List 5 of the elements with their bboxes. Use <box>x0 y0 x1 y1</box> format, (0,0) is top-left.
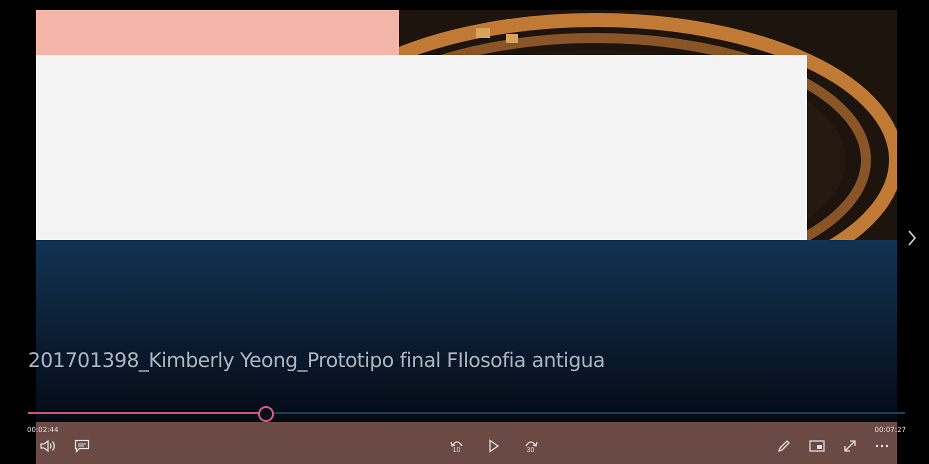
rewind-icon <box>450 438 464 446</box>
video-title: 201701398_Kimberly Yeong_Prototipo final FIlosofia antigua <box>28 348 605 372</box>
forward-icon <box>524 438 538 446</box>
next-icon[interactable] <box>907 229 917 247</box>
more-icon <box>875 444 889 448</box>
